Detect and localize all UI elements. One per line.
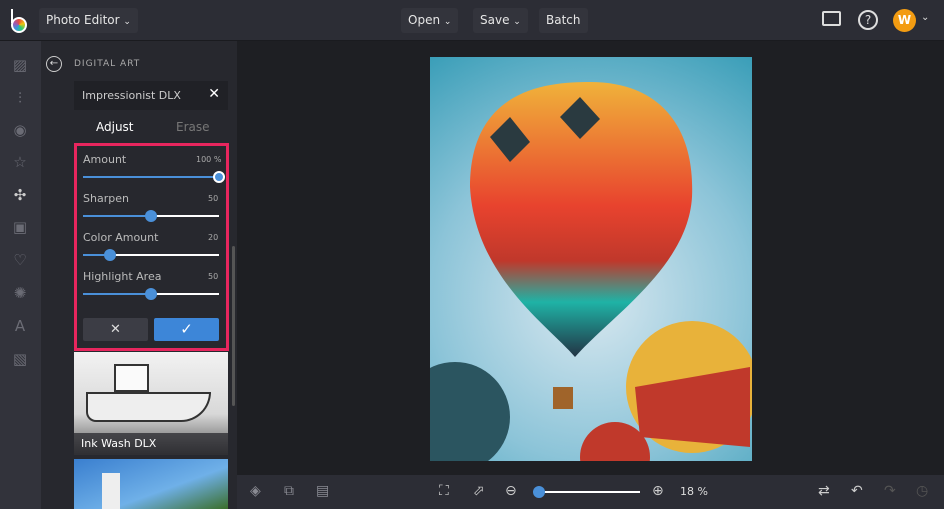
actual-size-icon[interactable]: ⬀ xyxy=(473,483,485,499)
eye-icon[interactable]: ◉ xyxy=(11,121,29,139)
history-icon[interactable]: ◷ xyxy=(916,483,928,499)
tab-adjust[interactable]: Adjust xyxy=(96,120,134,134)
back-icon[interactable]: ← xyxy=(46,56,62,72)
text-icon[interactable]: A xyxy=(11,317,29,335)
slider-knob[interactable] xyxy=(145,288,157,300)
cancel-button[interactable]: ✕ xyxy=(83,318,148,341)
avatar[interactable]: W xyxy=(893,9,916,32)
apply-button[interactable]: ✓ xyxy=(154,318,219,341)
effect-title: Impressionist DLX xyxy=(82,89,181,102)
app-logo[interactable] xyxy=(10,9,32,33)
effect-thumbnail[interactable] xyxy=(74,459,228,509)
chevron-down-icon[interactable]: ⌄ xyxy=(921,12,929,23)
zoom-slider[interactable] xyxy=(533,486,640,498)
image-icon[interactable]: ▨ xyxy=(11,56,29,74)
slider-track[interactable] xyxy=(83,249,219,261)
texture-icon[interactable]: ▧ xyxy=(11,350,29,368)
open-button[interactable]: Open ⌄ xyxy=(401,8,459,33)
chevron-down-icon: ⌄ xyxy=(443,17,452,27)
chevron-down-icon: ⌄ xyxy=(513,17,521,27)
tab-erase[interactable]: Erase xyxy=(176,120,210,134)
bottom-toolbar: ◈ ⧉ ▤ ⛶ ⬀ ⊖ ⊕ 18 % ⇄ ↶ ↷ ◷ xyxy=(237,475,944,509)
x-icon: ✕ xyxy=(110,322,121,337)
scrollbar[interactable] xyxy=(232,246,235,406)
zoom-in-icon[interactable]: ⊕ xyxy=(652,483,664,499)
effect-header: Impressionist DLX ✕ xyxy=(74,81,228,110)
slider-knob[interactable] xyxy=(213,171,225,183)
effect-thumbnail[interactable]: Ink Wash DLX xyxy=(74,352,228,455)
slider-track[interactable] xyxy=(83,171,225,183)
photo[interactable] xyxy=(430,57,752,461)
crop-overlay-icon[interactable]: ⧉ xyxy=(284,483,294,499)
zoom-knob[interactable] xyxy=(533,486,545,498)
swap-icon[interactable]: ⇄ xyxy=(818,483,830,499)
slider-knob[interactable] xyxy=(145,210,157,222)
thumbnail-label: Ink Wash DLX xyxy=(81,437,157,450)
adjust-sliders-icon[interactable]: ⫶ xyxy=(11,89,29,107)
layers-icon[interactable]: ◈ xyxy=(250,483,261,499)
save-button[interactable]: Save ⌄ xyxy=(473,8,528,33)
close-icon[interactable]: ✕ xyxy=(208,86,220,102)
balloon-image xyxy=(430,82,752,461)
undo-icon[interactable]: ↶ xyxy=(851,483,863,499)
chevron-down-icon: ⌄ xyxy=(123,17,131,27)
badge-icon[interactable]: ✺ xyxy=(11,284,29,302)
slider-track[interactable] xyxy=(83,210,219,222)
app-menu[interactable]: Photo Editor ⌄ xyxy=(39,8,138,33)
batch-button[interactable]: Batch xyxy=(539,8,588,33)
comments-icon[interactable] xyxy=(822,11,841,26)
boat-image xyxy=(86,392,211,422)
top-bar: Photo Editor ⌄ Open ⌄ Save ⌄ Batch ? W ⌄ xyxy=(0,0,944,41)
layout-icon[interactable]: ▤ xyxy=(316,483,329,499)
zoom-out-icon[interactable]: ⊖ xyxy=(505,483,517,499)
star-icon[interactable]: ☆ xyxy=(11,153,29,171)
slider-label: Highlight Area xyxy=(83,270,162,283)
heart-icon[interactable]: ♡ xyxy=(11,251,29,269)
tool-rail: ▨ ⫶ ◉ ☆ ✣ ▣ ♡ ✺ A ▧ xyxy=(0,41,41,509)
zoom-level: 18 % xyxy=(680,485,708,498)
slider-label: Color Amount xyxy=(83,231,159,244)
fit-screen-icon[interactable]: ⛶ xyxy=(439,483,449,499)
section-title: DIGITAL ART xyxy=(74,59,141,69)
frame-icon[interactable]: ▣ xyxy=(11,218,29,236)
slider-label: Sharpen xyxy=(83,192,129,205)
effects-icon[interactable]: ✣ xyxy=(11,186,29,204)
check-icon: ✓ xyxy=(180,320,193,338)
redo-icon[interactable]: ↷ xyxy=(884,483,896,499)
slider-track[interactable] xyxy=(83,288,219,300)
open-label: Open xyxy=(408,13,441,27)
help-icon[interactable]: ? xyxy=(858,10,878,30)
save-label: Save xyxy=(480,13,510,27)
app-menu-label: Photo Editor xyxy=(46,13,120,27)
slider-label: Amount xyxy=(83,153,127,166)
